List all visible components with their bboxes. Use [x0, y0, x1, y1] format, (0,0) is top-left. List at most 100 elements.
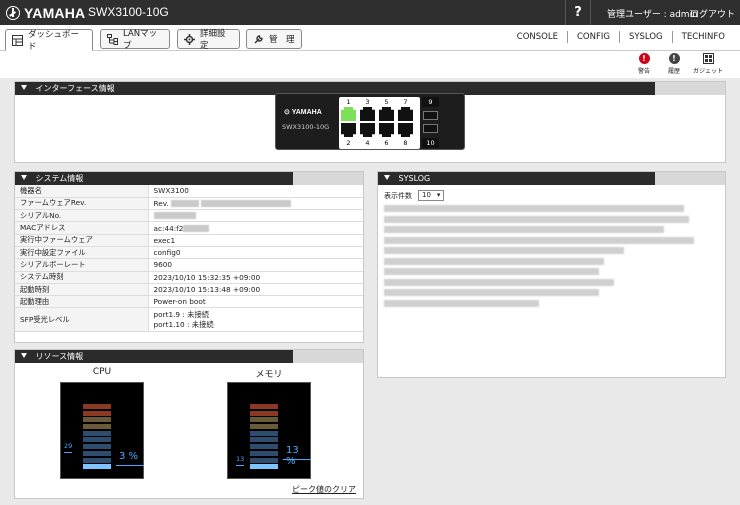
tab-label: 管 理 — [269, 35, 295, 45]
cpu-bar-segment — [83, 417, 111, 423]
table-row: SFP受光レベル port1.9 : 未接続 port1.10 : 未接続 — [15, 307, 363, 333]
table-row: シリアルNo. — [15, 209, 363, 223]
memory-bar-segment — [250, 464, 278, 470]
memory-gauge: 13 13 % — [227, 382, 311, 479]
tab-advanced-settings[interactable]: 詳細設定 — [177, 29, 240, 51]
memory-bar-segment — [250, 417, 278, 423]
syslog-panel-header[interactable]: SYSLOG — [378, 172, 725, 185]
warning-button[interactable]: ! 警告 — [629, 53, 659, 75]
config-link[interactable]: CONFIG — [566, 31, 619, 43]
port-number: 6 — [384, 139, 389, 147]
memory-bar-segment — [250, 437, 278, 443]
yamaha-logo: YAMAHA — [6, 4, 85, 21]
system-panel: システム情報 機器名 SWX3100 ファームウェアRev. Rev. シリアルNo… — [14, 171, 364, 343]
syslog-panel-title: SYSLOG — [398, 174, 431, 183]
yamaha-tuning-fork-icon — [6, 5, 20, 20]
history-button[interactable]: ! 履歴 — [659, 53, 689, 75]
warning-icon: ! — [638, 53, 650, 64]
history-label: 履歴 — [667, 68, 680, 75]
table-row: シリアルボーレート 9600 — [15, 258, 363, 272]
syslog-count-control: 表示件数 10 ▾ — [384, 190, 445, 201]
cpu-bar-segment — [83, 437, 111, 443]
sfp-port-10[interactable] — [423, 124, 438, 133]
interface-panel: インターフェース情報 ⊙ YAMAHA SWX3100-10G 1 3 5 7 … — [14, 81, 726, 163]
syslog-lines — [384, 205, 694, 310]
help-button[interactable]: ? — [565, 0, 591, 25]
console-link[interactable]: CONSOLE — [508, 31, 567, 43]
clear-peak-link[interactable]: ピーク値のクリア — [292, 484, 356, 495]
system-panel-header[interactable]: システム情報 — [15, 172, 363, 185]
gadget-icon — [702, 53, 714, 64]
port-1[interactable] — [341, 107, 356, 121]
memory-bar-segment — [250, 450, 278, 456]
tab-lan-map[interactable]: LANマップ — [100, 29, 170, 51]
tab-management[interactable]: 管 理 — [246, 29, 302, 49]
log-line — [384, 205, 684, 212]
table-row: 機器名 SWX3100 — [15, 185, 363, 198]
log-line — [384, 278, 614, 286]
gear-icon — [184, 33, 195, 45]
techinfo-link[interactable]: TECHINFO — [671, 31, 734, 43]
port-number: 5 — [384, 98, 389, 106]
port-6[interactable] — [379, 123, 394, 137]
top-bar: YAMAHA SWX3100-10G ? 管理ユーザー : admin ログアウ… — [0, 0, 740, 25]
log-line — [384, 247, 624, 254]
memory-bar-segment — [250, 410, 278, 416]
log-line — [384, 257, 604, 265]
memory-bar-segment — [250, 424, 278, 430]
collapse-icon — [21, 175, 27, 180]
cpu-bar-segment — [83, 457, 111, 463]
table-row: MACアドレス ac:44:f2 — [15, 221, 363, 235]
cpu-peak-marker — [64, 451, 72, 453]
system-panel-title: システム情報 — [35, 174, 84, 183]
port-2[interactable] — [341, 123, 356, 137]
gadget-label: ガジェット — [692, 68, 723, 75]
port-7[interactable] — [398, 107, 413, 121]
collapse-icon — [21, 85, 27, 90]
resource-panel-header[interactable]: リソース情報 — [15, 350, 363, 363]
memory-label: メモリ — [255, 370, 283, 380]
sfp-port-number: 10 — [422, 138, 439, 148]
cpu-bars — [83, 404, 111, 471]
cpu-bar-segment — [83, 464, 111, 470]
logout-link[interactable]: ログアウト — [690, 7, 735, 20]
count-select[interactable]: 10 ▾ — [418, 190, 445, 201]
lan-map-icon — [107, 33, 118, 45]
memory-peak-value: 13 — [236, 455, 245, 464]
switch-graphic: ⊙ YAMAHA SWX3100-10G 1 3 5 7 2 4 6 8 9 1… — [275, 93, 465, 150]
gadget-button[interactable]: ガジェット — [690, 53, 726, 75]
log-line — [384, 299, 539, 307]
switch-brand: ⊙ YAMAHA — [284, 109, 322, 116]
table-row: 起動理由 Power-on boot — [15, 295, 363, 309]
port-4[interactable] — [360, 123, 375, 137]
switch-model: SWX3100-10G — [282, 123, 330, 131]
port-number: 8 — [403, 139, 408, 147]
user-label: 管理ユーザー : admin — [607, 10, 698, 20]
memory-bars — [250, 404, 278, 471]
cpu-percent: 3 % — [119, 451, 139, 462]
table-row: 起動時刻 2023/10/10 15:13:48 +09:00 — [15, 283, 363, 297]
cpu-bar-segment — [83, 410, 111, 416]
log-line — [384, 226, 664, 233]
port-number: 1 — [346, 98, 351, 106]
model-name: SWX3100-10G — [88, 5, 169, 19]
memory-bar-segment — [250, 444, 278, 450]
port-number: 3 — [365, 98, 370, 106]
memory-bar-segment — [250, 430, 278, 436]
cpu-label: CPU — [92, 367, 112, 377]
memory-peak-marker — [236, 465, 244, 467]
syslog-link[interactable]: SYSLOG — [618, 31, 672, 43]
tab-dashboard[interactable]: ダッシュボード — [5, 29, 93, 52]
nav-bar: ダッシュボード LANマップ 詳細設定 管 理 CONSOLE CONFIG S… — [0, 25, 740, 52]
log-line — [384, 289, 599, 296]
warning-label: 警告 — [637, 68, 650, 75]
port-3[interactable] — [360, 107, 375, 121]
interface-panel-title: インターフェース情報 — [35, 84, 115, 93]
port-5[interactable] — [379, 107, 394, 121]
cpu-bar-segment — [83, 404, 111, 409]
brand-name: YAMAHA — [24, 4, 86, 21]
tab-label: LANマップ — [123, 29, 158, 51]
port-8[interactable] — [398, 123, 413, 137]
wrench-icon — [253, 34, 264, 45]
sfp-port-9[interactable] — [423, 111, 438, 120]
